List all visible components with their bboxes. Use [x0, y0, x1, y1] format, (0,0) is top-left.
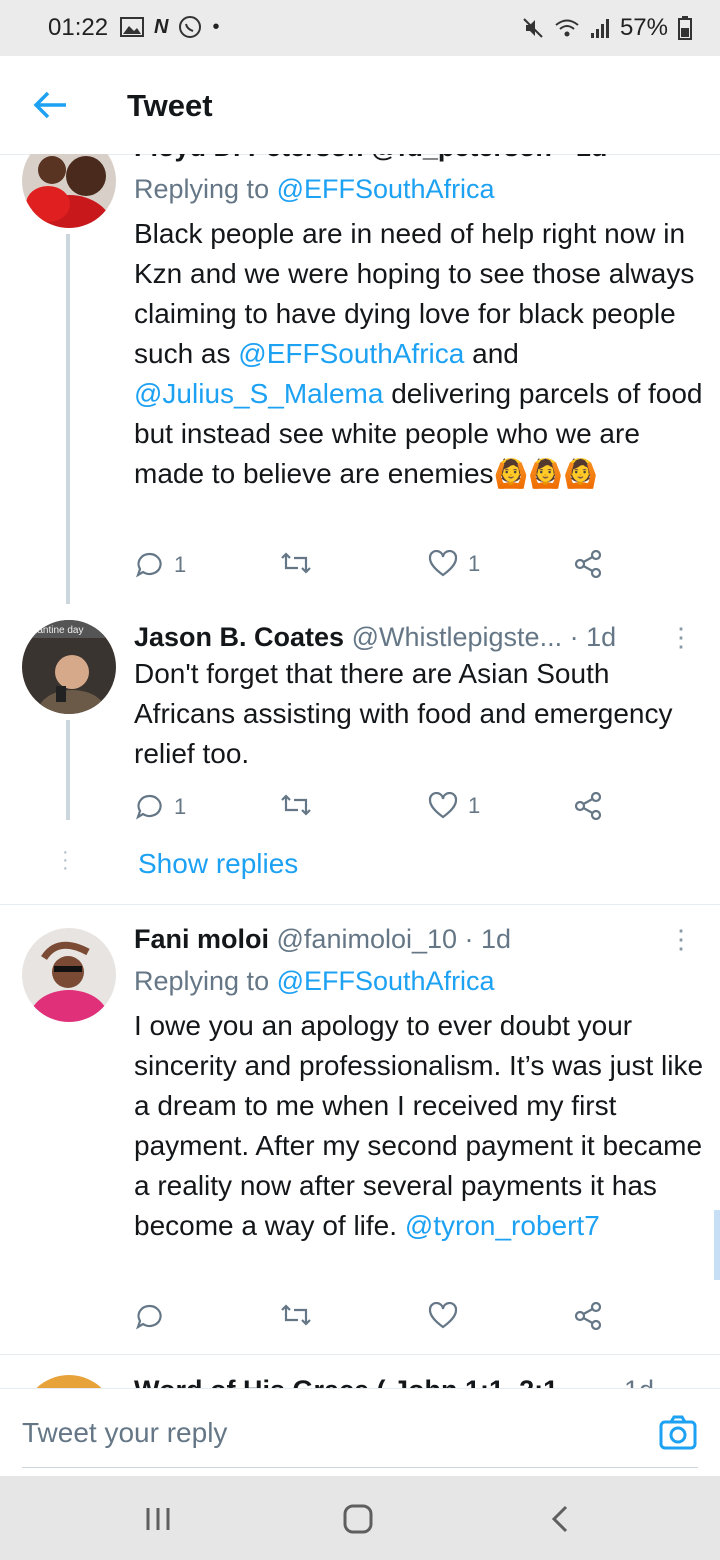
tweet-header-cut: Word of His Grace ( John 1:1, 2:1 — [134, 1375, 558, 1388]
share-icon — [574, 1302, 602, 1330]
signal-icon — [590, 19, 609, 38]
tweet-actions: 1 1 — [134, 550, 614, 590]
user-handle[interactable]: @Whistlepigste... — [352, 622, 562, 652]
tweet-text: Don't forget that there are Asian South … — [134, 658, 673, 769]
heart-icon — [428, 792, 458, 819]
heart-icon — [428, 1302, 458, 1329]
n-icon: N — [154, 16, 169, 38]
timeline[interactable]: Floyd D. Peterson @fd_peterson · 1d Repl… — [0, 154, 720, 1388]
thread-dots: · · · — [62, 841, 69, 879]
like-button[interactable]: 1 — [428, 550, 480, 578]
like-count: 1 — [468, 793, 481, 818]
reply-icon — [136, 1304, 162, 1330]
mention-link[interactable]: @Julius_S_Malema — [134, 378, 383, 409]
user-handle[interactable]: @fanimoloi_10 — [277, 924, 458, 954]
divider — [0, 904, 720, 905]
avatar-caption: rantine day — [34, 625, 83, 636]
tweet-time: · 1d — [562, 622, 617, 652]
avatar[interactable] — [22, 928, 116, 1022]
camera-button[interactable] — [658, 1413, 698, 1453]
reply-mention-link[interactable]: @EFFSouthAfrica — [277, 174, 495, 204]
like-button[interactable] — [428, 1302, 458, 1330]
back-button[interactable] — [26, 80, 76, 130]
replying-to: Replying to @EFFSouthAfrica — [134, 966, 495, 996]
reply-button[interactable]: 1 — [134, 792, 186, 822]
reply-count: 1 — [174, 794, 187, 819]
thread-line — [66, 720, 70, 820]
mention-link[interactable]: @tyron_robert7 — [405, 1210, 600, 1241]
retweet-button[interactable] — [280, 792, 312, 818]
mute-icon — [523, 18, 543, 38]
system-back-button[interactable] — [540, 1504, 580, 1534]
retweet-button[interactable] — [280, 550, 312, 576]
display-name[interactable]: Jason B. Coates — [134, 622, 344, 652]
heart-icon — [428, 550, 458, 577]
reply-icon — [136, 794, 162, 820]
page-title: Tweet — [127, 88, 213, 123]
system-navigation-bar — [0, 1476, 720, 1560]
tweet-text: I owe you an apology to ever doubt your … — [134, 1010, 704, 1241]
share-button[interactable] — [574, 792, 602, 820]
battery-icon — [678, 16, 692, 40]
retweet-icon — [281, 794, 311, 816]
reply-input[interactable]: Tweet your reply — [22, 1417, 227, 1449]
wifi-icon — [555, 19, 579, 37]
retweet-icon — [281, 1304, 311, 1326]
emoji: 🙆🙆🙆 — [493, 458, 599, 489]
display-name[interactable]: Fani moloi — [134, 924, 269, 954]
replying-to: Replying to @EFFSouthAfrica — [134, 174, 495, 204]
reply-icon — [136, 552, 162, 578]
tweet-actions — [134, 1302, 614, 1342]
avatar[interactable]: rantine day — [22, 620, 116, 714]
share-button[interactable] — [574, 550, 602, 578]
dot-icon: • — [212, 16, 220, 38]
tweet-floyd[interactable]: Floyd D. Peterson @fd_peterson · 1d Repl… — [0, 154, 720, 604]
like-button[interactable]: 1 — [428, 792, 480, 820]
reply-button[interactable] — [134, 1302, 164, 1332]
avatar[interactable] — [22, 1375, 116, 1388]
thread-line — [66, 234, 70, 604]
camera-icon — [659, 1415, 697, 1450]
reply-count: 1 — [174, 552, 187, 577]
share-button[interactable] — [574, 1302, 602, 1330]
like-count: 1 — [468, 551, 481, 576]
reply-button[interactable]: 1 — [134, 550, 186, 580]
share-icon — [574, 792, 602, 820]
battery-percent: 57% — [619, 14, 668, 41]
recents-icon — [146, 1508, 170, 1530]
more-options-icon[interactable]: ⋮ — [668, 622, 694, 653]
arrow-left-icon — [33, 91, 66, 119]
more-options-icon[interactable]: ⋮ — [668, 924, 694, 955]
home-icon — [343, 1504, 373, 1534]
tweet-jason[interactable]: rantine day Jason B. Coates @Whistlepigs… — [0, 604, 720, 904]
tweet-fani[interactable]: Fani moloi @fanimoloi_10 · 1d ⋮ Replying… — [0, 906, 720, 1354]
retweet-icon — [281, 552, 311, 574]
tweet-actions: 1 1 — [134, 792, 614, 832]
tweet-time: 1d — [624, 1375, 654, 1388]
tweet-word-of-grace[interactable]: Word of His Grace ( John 1:1, 2:1 1d — [0, 1355, 720, 1388]
mention-link[interactable]: @EFFSouthAfrica — [238, 338, 464, 369]
tweet-text: Black people are in need of help right n… — [134, 218, 703, 489]
gallery-icon — [120, 17, 144, 37]
tweet-header: Jason B. Coates @Whistlepigste... · 1d — [134, 622, 616, 653]
retweet-button[interactable] — [280, 1302, 312, 1328]
tweet-time: · 1d — [457, 924, 512, 954]
tweet-header: Fani moloi @fanimoloi_10 · 1d — [134, 924, 511, 955]
show-replies-link[interactable]: Show replies — [138, 848, 298, 880]
app-header: Tweet — [0, 56, 720, 155]
chevron-left-icon — [551, 1505, 568, 1533]
reply-mention-link[interactable]: @EFFSouthAfrica — [277, 966, 495, 996]
recents-button[interactable] — [140, 1504, 180, 1534]
tweet-header-cut: Floyd D. Peterson @fd_peterson · 1d — [134, 154, 607, 163]
scroll-indicator[interactable] — [714, 1210, 720, 1280]
input-underline — [22, 1467, 698, 1468]
reply-composer: Tweet your reply — [0, 1388, 720, 1477]
share-icon — [574, 550, 602, 578]
status-time: 01:22 — [48, 14, 109, 41]
avatar[interactable] — [22, 154, 116, 228]
status-bar: 01:22 N • 57% — [0, 0, 720, 56]
home-button[interactable] — [338, 1504, 378, 1534]
whatsapp-icon — [179, 16, 202, 38]
